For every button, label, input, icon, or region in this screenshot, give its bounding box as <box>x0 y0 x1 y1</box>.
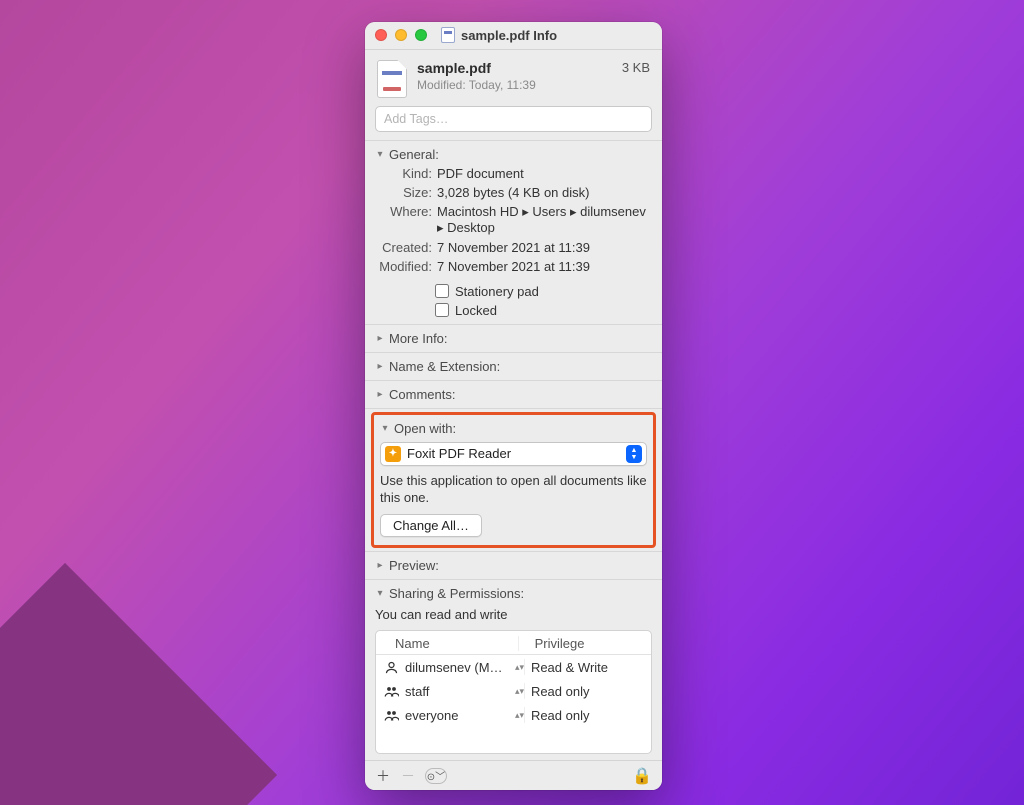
chevron-down-icon: ▾ <box>380 423 390 434</box>
value-modified: 7 November 2021 at 11:39 <box>437 259 590 274</box>
section-more-info-header[interactable]: ▸ More Info: <box>375 331 652 346</box>
chevron-down-icon: ▾ <box>375 149 385 160</box>
person-icon <box>383 659 399 675</box>
permissions-row[interactable]: everyone ▴▾ Read only <box>376 703 651 727</box>
add-permission-button[interactable]: ＋ <box>375 768 391 784</box>
section-preview: ▸ Preview: <box>365 551 662 579</box>
foxit-app-icon: ✦ <box>385 446 401 462</box>
open-with-app-select[interactable]: ✦ Foxit PDF Reader ▲▼ <box>380 442 647 466</box>
section-open-with-header[interactable]: ▾ Open with: <box>380 421 647 436</box>
permissions-row[interactable]: dilumsenev (M… ▴▾ Read & Write <box>376 655 651 679</box>
sort-icon: ▴▾ <box>515 711 524 719</box>
info-window: sample.pdf Info sample.pdf Modified: Tod… <box>365 22 662 790</box>
chevron-right-icon: ▸ <box>375 333 385 344</box>
remove-permission-button[interactable]: － <box>400 768 416 784</box>
permissions-col-priv[interactable]: Privilege <box>529 636 639 651</box>
section-name-extension: ▸ Name & Extension: <box>365 352 662 380</box>
section-sharing-header[interactable]: ▾ Sharing & Permissions: <box>375 586 652 601</box>
permissions-row-empty <box>376 727 651 753</box>
section-general-title: General: <box>389 147 439 162</box>
open-with-app-label: Foxit PDF Reader <box>407 446 626 461</box>
stationery-pad-checkbox[interactable]: Stationery pad <box>435 284 652 299</box>
section-comments-header[interactable]: ▸ Comments: <box>375 387 652 402</box>
chevron-right-icon: ▸ <box>375 361 385 372</box>
perm-priv-2: Read only <box>531 708 590 723</box>
section-open-with-title: Open with: <box>394 421 456 436</box>
open-with-hint: Use this application to open all documen… <box>380 473 647 507</box>
chevron-down-icon: ▾ <box>375 588 385 599</box>
section-comments-title: Comments: <box>389 387 455 402</box>
label-created: Created: <box>375 240 437 255</box>
permissions-table: Name Privilege dilumsenev (M… ▴▾ Read & W… <box>375 630 652 754</box>
window-title-wrap: sample.pdf Info <box>441 27 557 43</box>
group-icon <box>383 683 399 699</box>
perm-priv-1: Read only <box>531 684 590 699</box>
lock-icon[interactable]: 🔒 <box>632 766 652 786</box>
stationery-pad-label: Stationery pad <box>455 284 539 299</box>
dropdown-stepper-icon: ▲▼ <box>626 445 642 463</box>
section-more-info-title: More Info: <box>389 331 448 346</box>
file-header: sample.pdf Modified: Today, 11:39 3 KB <box>365 50 662 106</box>
titlebar: sample.pdf Info <box>365 22 662 50</box>
value-where: Macintosh HD ▸ Users ▸ dilumsenev ▸ Desk… <box>437 204 652 236</box>
label-size: Size: <box>375 185 437 200</box>
value-kind: PDF document <box>437 166 524 181</box>
perm-name-1: staff <box>405 684 429 699</box>
close-window-button[interactable] <box>375 29 387 41</box>
section-comments: ▸ Comments: <box>365 380 662 409</box>
permissions-col-name[interactable]: Name <box>388 636 519 651</box>
zoom-window-button[interactable] <box>415 29 427 41</box>
group-icon <box>383 707 399 723</box>
section-sharing-title: Sharing & Permissions: <box>389 586 524 601</box>
label-modified: Modified: <box>375 259 437 274</box>
pdf-mini-icon <box>441 27 455 43</box>
open-with-highlight: ▾ Open with: ✦ Foxit PDF Reader ▲▼ Use t… <box>371 412 656 549</box>
perm-name-0: dilumsenev (M… <box>405 660 503 675</box>
sort-icon: ▴▾ <box>515 663 524 671</box>
chevron-right-icon: ▸ <box>375 389 385 400</box>
value-created: 7 November 2021 at 11:39 <box>437 240 590 255</box>
change-all-button[interactable]: Change All… <box>380 514 482 537</box>
permissions-row[interactable]: staff ▴▾ Read only <box>376 679 651 703</box>
traffic-lights <box>375 29 427 41</box>
label-kind: Kind: <box>375 166 437 181</box>
permissions-summary: You can read and write <box>375 607 652 622</box>
section-more-info: ▸ More Info: <box>365 324 662 352</box>
section-name-extension-title: Name & Extension: <box>389 359 500 374</box>
minimize-window-button[interactable] <box>395 29 407 41</box>
chevron-right-icon: ▸ <box>375 560 385 571</box>
file-size-summary: 3 KB <box>622 60 650 75</box>
tags-input[interactable] <box>375 106 652 132</box>
window-footer: ＋ － ⊙﹀ 🔒 <box>365 760 662 790</box>
document-icon <box>377 60 407 98</box>
file-modified-summary: Modified: Today, 11:39 <box>417 78 612 92</box>
permissions-header-row: Name Privilege <box>376 631 651 655</box>
section-sharing: ▾ Sharing & Permissions: You can read an… <box>365 579 662 760</box>
window-title: sample.pdf Info <box>461 28 557 43</box>
action-menu-button[interactable]: ⊙﹀ <box>425 768 447 784</box>
section-preview-header[interactable]: ▸ Preview: <box>375 558 652 573</box>
label-where: Where: <box>375 204 437 236</box>
section-general: ▾ General: Kind:PDF document Size:3,028 … <box>365 140 662 324</box>
value-size: 3,028 bytes (4 KB on disk) <box>437 185 589 200</box>
section-general-header[interactable]: ▾ General: <box>375 147 652 162</box>
sort-icon: ▴▾ <box>515 687 524 695</box>
perm-priv-0: Read & Write <box>531 660 608 675</box>
file-name: sample.pdf <box>417 60 612 76</box>
section-preview-title: Preview: <box>389 558 439 573</box>
section-name-extension-header[interactable]: ▸ Name & Extension: <box>375 359 652 374</box>
locked-checkbox[interactable]: Locked <box>435 303 652 318</box>
perm-name-2: everyone <box>405 708 458 723</box>
locked-label: Locked <box>455 303 497 318</box>
